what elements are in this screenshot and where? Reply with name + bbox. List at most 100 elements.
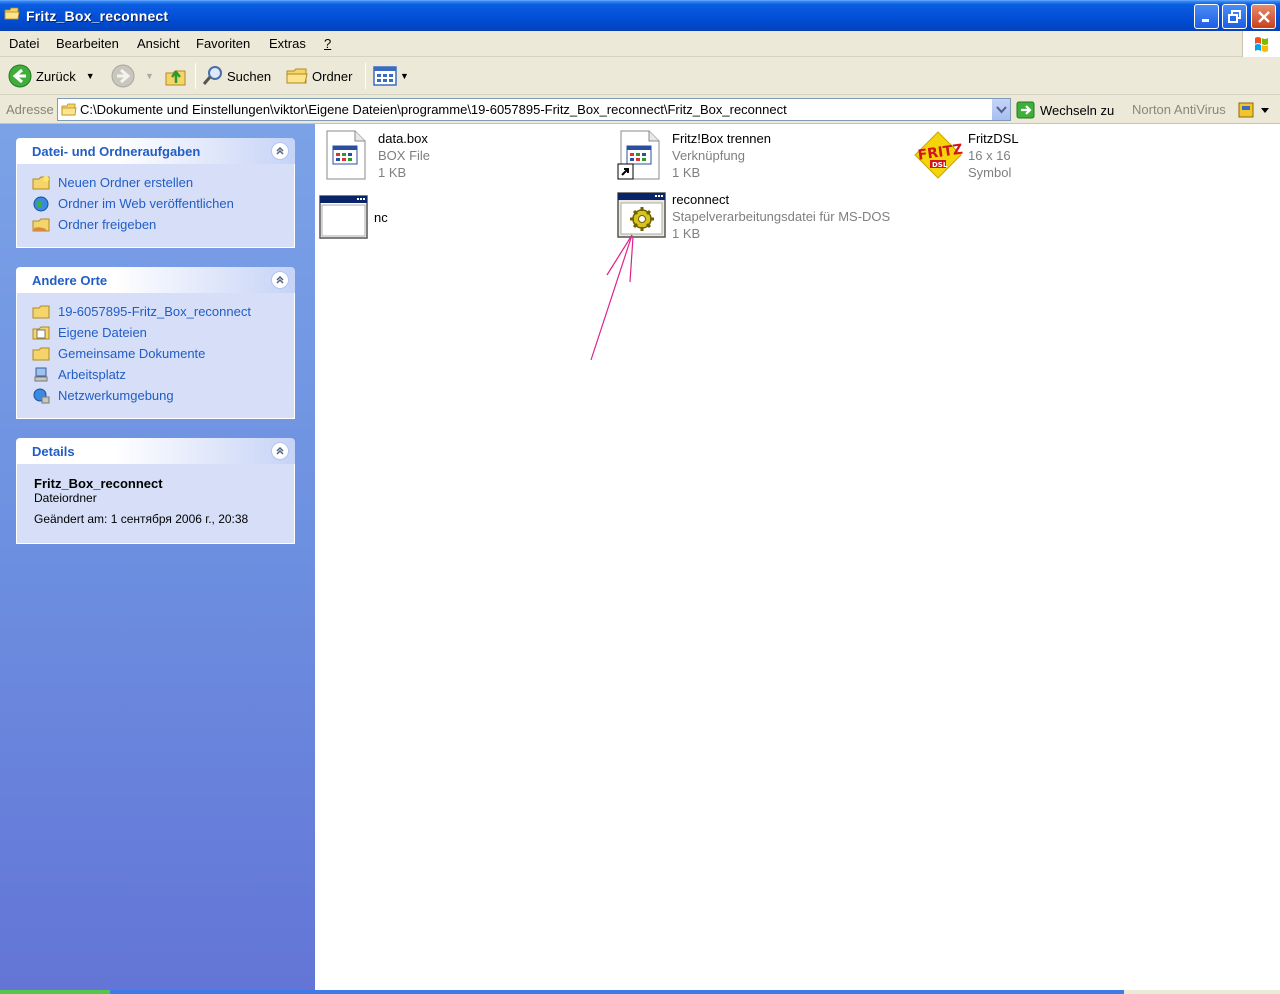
file-size: 1 KB <box>672 226 701 241</box>
file-type: Stapelverarbeitungsdatei für MS-DOS <box>672 209 891 224</box>
back-label: Zurück <box>36 68 76 84</box>
file-item-fritzbox-trennen[interactable]: Fritz!Box trennen Verknüpfung 1 KB <box>617 130 771 181</box>
task-new-folder[interactable]: Neuen Ordner erstellen <box>17 172 294 193</box>
folder-icon <box>61 103 77 116</box>
address-bar: Adresse C:\Dokumente und Einstellungen\v… <box>0 95 1280 124</box>
new-folder-icon <box>32 175 50 191</box>
file-size: 1 KB <box>672 165 701 180</box>
details-panel: Details Fritz_Box_reconnect Dateiordner … <box>16 438 295 544</box>
place-my-computer[interactable]: Arbeitsplatz <box>17 364 294 385</box>
folders-label: Ordner <box>312 68 353 84</box>
collapse-chevron-icon[interactable] <box>271 142 289 160</box>
fritz-logo-icon: FRITZ! DSL <box>913 130 970 180</box>
computer-icon <box>32 367 50 383</box>
folder-icon <box>32 304 50 320</box>
globe-icon <box>32 196 50 212</box>
menu-favoriten[interactable]: Favoriten <box>196 36 250 51</box>
file-name: FritzDSL <box>968 131 1019 146</box>
close-button[interactable] <box>1251 4 1276 29</box>
views-icon <box>373 66 397 86</box>
file-name: nc <box>374 210 388 225</box>
svg-text:DSL: DSL <box>932 161 948 169</box>
window-title: Fritz_Box_reconnect <box>26 8 169 24</box>
file-tasks-header[interactable]: Datei- und Ordneraufgaben <box>16 138 295 164</box>
console-window-icon <box>319 194 369 244</box>
back-dropdown-icon[interactable]: ▼ <box>86 71 95 81</box>
file-item-fritzdsl[interactable]: FRITZ! DSL FritzDSL 16 x 16 Symbol <box>913 130 1019 181</box>
restore-icon <box>1227 9 1241 23</box>
forward-button[interactable]: ▼ <box>111 62 154 90</box>
windows-logo-icon <box>1255 37 1268 52</box>
other-places-panel: Andere Orte 19-6057895-Fritz_Box_reconne… <box>16 267 295 419</box>
address-input[interactable]: C:\Dokumente und Einstellungen\viktor\Ei… <box>57 98 1011 121</box>
file-name: data.box <box>378 131 428 146</box>
place-network[interactable]: Netzwerkumgebung <box>17 385 294 406</box>
folders-button[interactable]: Ordner <box>285 62 352 90</box>
details-type: Dateiordner <box>34 491 97 505</box>
search-label: Suchen <box>227 68 272 84</box>
title-bar: Fritz_Box_reconnect <box>0 0 1280 31</box>
norton-antivirus-label[interactable]: Norton AntiVirus <box>1132 102 1226 117</box>
minimize-button[interactable] <box>1194 4 1219 29</box>
back-button[interactable]: Zurück ▼ <box>8 62 95 90</box>
task-pane: Datei- und Ordneraufgaben Neuen Ordner e… <box>0 124 315 990</box>
file-tasks-panel: Datei- und Ordneraufgaben Neuen Ordner e… <box>16 138 295 248</box>
up-folder-icon <box>165 69 186 86</box>
other-places-title: Andere Orte <box>32 273 108 288</box>
folders-icon <box>286 68 308 84</box>
place-my-documents[interactable]: Eigene Dateien <box>17 322 294 343</box>
shared-folder-icon <box>32 217 50 233</box>
file-type: Verknüpfung <box>672 148 746 163</box>
address-dropdown-button[interactable] <box>991 99 1010 120</box>
up-folder-button[interactable] <box>164 62 188 90</box>
menu-bar: Datei Bearbeiten Ansicht Favoriten Extra… <box>0 31 1280 57</box>
folder-icon <box>32 346 50 362</box>
minimize-icon <box>1201 18 1209 22</box>
forward-dropdown-icon: ▼ <box>145 71 154 81</box>
toolbar: Zurück ▼ ▼ Suchen Ordner ▼ <box>0 57 1280 95</box>
forward-arrow-icon <box>111 64 135 88</box>
go-arrow-icon <box>1016 101 1035 119</box>
go-label: Wechseln zu <box>1040 102 1115 118</box>
windows-flag-logo <box>1242 31 1280 57</box>
menu-datei[interactable]: Datei <box>9 36 39 51</box>
details-modified: Geändert am: 1 сентября 2006 г., 20:38 <box>34 512 249 526</box>
chevron-down-icon <box>996 106 1007 114</box>
maximize-button[interactable] <box>1222 4 1247 29</box>
bottom-edge <box>0 990 1280 994</box>
menu-extras[interactable]: Extras <box>269 36 306 51</box>
menu-ansicht[interactable]: Ansicht <box>137 36 180 51</box>
task-publish-web[interactable]: Ordner im Web veröffentlichen <box>17 193 294 214</box>
menu-bearbeiten[interactable]: Bearbeiten <box>56 36 119 51</box>
search-icon <box>202 66 222 85</box>
batch-file-icon <box>617 191 667 241</box>
views-dropdown-icon: ▼ <box>400 71 409 81</box>
details-name: Fritz_Box_reconnect <box>34 476 163 491</box>
menu-help[interactable]: ? <box>324 36 331 51</box>
file-type: Symbol <box>968 165 1012 180</box>
norton-icon[interactable] <box>1237 100 1271 120</box>
file-size: 1 KB <box>378 165 407 180</box>
back-arrow-icon <box>8 64 32 88</box>
go-button[interactable]: Wechseln zu <box>1016 100 1114 120</box>
file-item-data-box[interactable]: data.box BOX File 1 KB <box>323 130 430 181</box>
folder-icon <box>4 7 20 20</box>
details-header[interactable]: Details <box>16 438 295 464</box>
collapse-chevron-icon[interactable] <box>271 442 289 460</box>
views-button[interactable]: ▼ <box>372 62 409 90</box>
other-places-header[interactable]: Andere Orte <box>16 267 295 293</box>
file-type: BOX File <box>378 148 431 163</box>
details-title: Details <box>32 444 75 459</box>
address-path: C:\Dokumente und Einstellungen\viktor\Ei… <box>80 102 787 117</box>
place-shared-documents[interactable]: Gemeinsame Dokumente <box>17 343 294 364</box>
file-item-reconnect[interactable]: reconnect Stapelverarbeitungsdatei für M… <box>617 191 890 242</box>
task-share-folder[interactable]: Ordner freigeben <box>17 214 294 235</box>
file-dimensions: 16 x 16 <box>968 148 1011 163</box>
address-label: Adresse <box>6 102 54 117</box>
file-item-nc[interactable]: nc <box>319 194 388 244</box>
my-documents-icon <box>32 325 50 341</box>
place-parent-folder[interactable]: 19-6057895-Fritz_Box_reconnect <box>17 301 294 322</box>
search-button[interactable]: Suchen <box>201 62 271 90</box>
collapse-chevron-icon[interactable] <box>271 271 289 289</box>
file-list: data.box BOX File 1 KB Fritz!Box trennen… <box>315 124 1280 990</box>
